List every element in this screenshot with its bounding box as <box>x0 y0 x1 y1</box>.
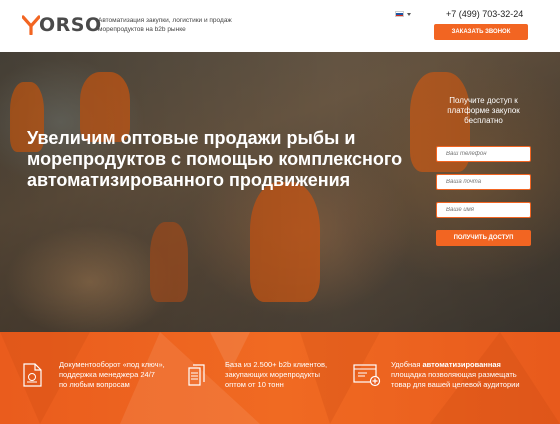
phone-number[interactable]: +7 (499) 703-32-24 <box>446 9 523 19</box>
logo[interactable]: ORSO <box>22 14 102 36</box>
hero-section: Увеличим оптовые продажи рыбы и морепрод… <box>0 52 560 332</box>
feature-item: Документооборот «под ключ», поддержка ме… <box>21 360 165 390</box>
feature-text: Удобная автоматизированная площадка позв… <box>391 360 520 390</box>
feature-line-prefix: Удобная <box>391 360 423 369</box>
form-caption: Получите доступ к платформе закупок бесп… <box>447 96 520 125</box>
tagline: Автоматизация закупки, логистики и прода… <box>98 17 232 33</box>
site-header: ORSO Автоматизация закупки, логистики и … <box>0 0 560 52</box>
feature-line: закупающих морепродукты <box>225 370 321 379</box>
feature-line: оптом от 10 тонн <box>225 380 284 389</box>
language-selector[interactable] <box>395 11 411 17</box>
feature-line: Документооборот «под ключ», <box>59 360 165 369</box>
chevron-down-icon <box>407 12 411 16</box>
feature-line: База из 2.500+ b2b клиентов, <box>225 360 328 369</box>
logo-text: ORSO <box>39 14 102 36</box>
database-icon <box>188 364 205 386</box>
russian-flag-icon <box>395 11 404 17</box>
feature-line: поддержка менеджера 24/7 <box>59 370 155 379</box>
hero-title: Увеличим оптовые продажи рыбы и морепрод… <box>27 128 403 190</box>
feature-line: Удобная автоматизированная <box>391 360 520 370</box>
feature-item: База из 2.500+ b2b клиентов, закупающих … <box>187 360 327 390</box>
name-field[interactable] <box>436 202 531 218</box>
feature-line: товар для вашей целевой аудитории <box>391 380 520 389</box>
feature-line: по любым вопросам <box>59 380 130 389</box>
phone-field[interactable] <box>436 146 531 162</box>
document-icon <box>23 363 42 387</box>
feature-item: Удобная автоматизированная площадка позв… <box>353 360 520 390</box>
email-field[interactable] <box>436 174 531 190</box>
feature-text: Документооборот «под ключ», поддержка ме… <box>59 360 165 390</box>
platform-icon <box>353 364 381 387</box>
feature-line-bold: автоматизированная <box>422 360 501 369</box>
hero-overlay <box>0 52 560 332</box>
feature-text: База из 2.500+ b2b клиентов, закупающих … <box>225 360 327 390</box>
order-call-button[interactable]: ЗАКАЗАТЬ ЗВОНОК <box>434 24 528 40</box>
get-access-button[interactable]: ПОЛУЧИТЬ ДОСТУП <box>436 230 531 246</box>
features-band: Документооборот «под ключ», поддержка ме… <box>0 332 560 424</box>
logo-y-icon <box>22 15 40 35</box>
feature-line: площадка позволяющая размещать <box>391 370 517 379</box>
